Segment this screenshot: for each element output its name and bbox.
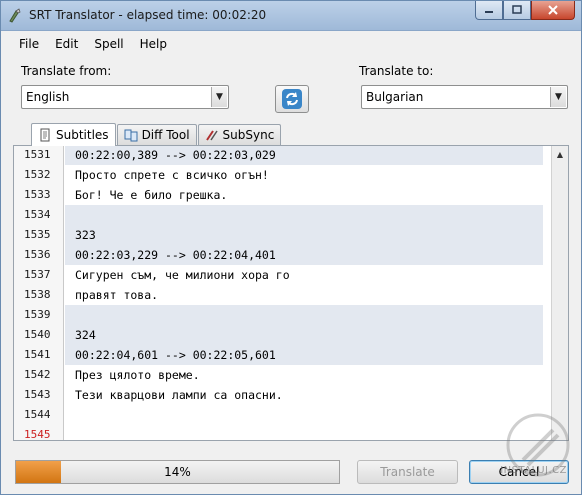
line-text[interactable]: 00:22:00,389 --> 00:22:03,029 [65,146,543,165]
editor-line[interactable]: 1531 00:22:00,389 --> 00:22:03,029 [14,146,554,165]
editor-line[interactable]: 1545 [14,425,554,441]
line-text[interactable]: През цялото време. [65,365,543,385]
source-language-select[interactable]: English ▼ [21,85,229,109]
line-text[interactable]: 324 [65,325,543,345]
diff-icon [124,129,138,142]
line-number: 1534 [24,208,51,221]
line-number: 1544 [24,408,51,421]
line-text[interactable]: 323 [65,225,543,245]
chevron-down-icon[interactable]: ▼ [211,87,227,107]
editor-line[interactable]: 1539 [14,305,554,325]
tab-diff-tool-label: Diff Tool [141,128,190,142]
line-number: 1545 [24,428,51,441]
tab-subsync[interactable]: SubSync [197,124,282,145]
vertical-scrollbar[interactable]: ▲ [551,146,568,440]
menu-edit[interactable]: Edit [47,34,86,54]
line-text[interactable]: правят това. [65,285,543,305]
tab-subsync-label: SubSync [222,128,275,142]
watermark-text: INSTALUJ.CZ [500,465,567,476]
line-text[interactable]: Бог! Че е било грешка. [65,185,543,205]
target-language-select[interactable]: Bulgarian ▼ [361,85,568,109]
app-window: SRT Translator - elapsed time: 00:02:20 … [0,0,582,495]
maximize-icon[interactable] [503,1,531,20]
tab-diff-tool[interactable]: Diff Tool [116,124,197,145]
line-number: 1533 [24,188,51,201]
line-number: 1540 [24,328,51,341]
editor-line[interactable]: 1540 324 [14,325,554,345]
chevron-down-icon[interactable]: ▼ [550,87,566,107]
tab-subtitles[interactable]: Subtitles [31,123,116,146]
line-number: 1538 [24,288,51,301]
editor-line[interactable]: 1541 00:22:04,601 --> 00:22:05,601 [14,345,554,365]
editor-line[interactable]: 1534 [14,205,554,225]
subsync-icon [205,130,218,141]
close-icon[interactable] [531,1,575,20]
source-language-value: English [26,90,70,104]
line-number: 1542 [24,368,51,381]
line-text[interactable] [65,205,543,225]
subtitle-editor[interactable]: 1531 00:22:00,389 --> 00:22:03,029 1532 Про… [13,145,569,441]
app-logo-icon [9,8,21,23]
line-number: 1531 [24,148,51,161]
document-icon [40,128,50,142]
line-number: 1539 [24,308,51,321]
line-text[interactable]: Просто спрете с всичко огън! [65,165,543,185]
minimize-icon[interactable] [475,1,503,20]
refresh-icon [282,89,302,109]
editor-line[interactable]: 1542 През цялото време. [14,365,554,385]
line-text[interactable] [65,305,543,325]
window-title: SRT Translator - elapsed time: 00:02:20 [29,8,267,22]
line-number: 1535 [24,228,51,241]
translate-to-label: Translate to: [359,64,434,78]
tab-subtitles-label: Subtitles [56,128,109,142]
editor-line[interactable]: 1533 Бог! Че е било грешка. [14,185,554,205]
line-number: 1536 [24,248,51,261]
swap-languages-button[interactable] [275,85,309,113]
line-text[interactable] [65,425,543,440]
line-text[interactable] [65,405,543,425]
editor-line[interactable]: 1543 Тези кварцови лампи са опасни. [14,385,554,405]
menu-help[interactable]: Help [132,34,175,54]
menu-file[interactable]: File [11,34,47,54]
target-language-value: Bulgarian [366,90,424,104]
translation-progress-bar: 14% [15,460,340,484]
line-number: 1543 [24,388,51,401]
line-number: 1537 [24,268,51,281]
tab-bar: Subtitles Diff Tool SubSync [31,123,282,146]
line-text[interactable]: 00:22:03,229 --> 00:22:04,401 [65,245,543,265]
translate-from-label: Translate from: [21,64,112,78]
editor-line[interactable]: 1535 323 [14,225,554,245]
menu-spell[interactable]: Spell [86,34,131,54]
editor-line[interactable]: 1538 правят това. [14,285,554,305]
editor-line[interactable]: 1536 00:22:03,229 --> 00:22:04,401 [14,245,554,265]
translate-button[interactable]: Translate [357,460,458,484]
window-controls [475,1,575,21]
line-number: 1541 [24,348,51,361]
progress-percent: 14% [164,465,191,479]
editor-line[interactable]: 1544 [14,405,554,425]
menu-bar: File Edit Spell Help [11,34,175,54]
line-text[interactable]: 00:22:04,601 --> 00:22:05,601 [65,345,543,365]
title-bar[interactable]: SRT Translator - elapsed time: 00:02:20 [1,1,581,31]
line-number: 1532 [24,168,51,181]
line-text[interactable]: Тези кварцови лампи са опасни. [65,385,543,405]
line-text[interactable]: Сигурен съм, че милиони хора го [65,265,543,285]
editor-line[interactable]: 1532 Просто спрете с всичко огън! [14,165,554,185]
editor-line[interactable]: 1537 Сигурен съм, че милиони хора го [14,265,554,285]
scroll-up-icon[interactable]: ▲ [553,148,567,162]
